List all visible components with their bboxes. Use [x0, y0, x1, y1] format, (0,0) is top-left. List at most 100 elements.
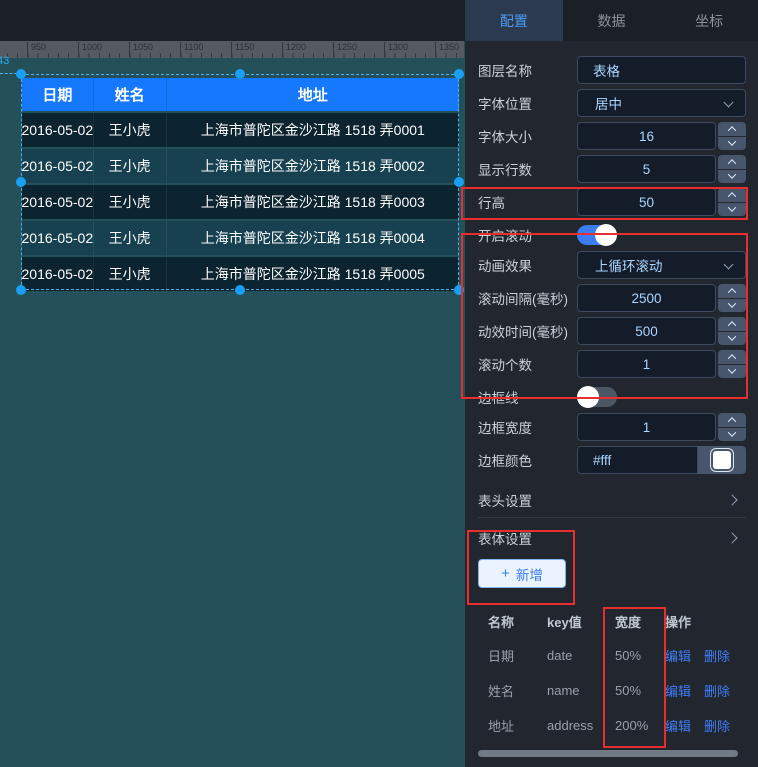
border-width-input[interactable]: 1 — [577, 413, 716, 441]
font-size-input[interactable]: 16 — [577, 122, 716, 150]
tab-data[interactable]: 数据 — [563, 0, 661, 41]
stepper-up-button[interactable] — [718, 413, 746, 427]
layer-name-input[interactable]: 表格 — [577, 56, 746, 84]
table-row: 2016-05-02 王小虎 上海市普陀区金沙江路 1518 弄0002 — [22, 149, 459, 183]
col-width: 200% — [605, 718, 655, 733]
section-body-settings[interactable]: 表体设置 — [478, 524, 746, 552]
select-value: 上循环滚动 — [595, 255, 663, 275]
selection-handle[interactable] — [16, 69, 26, 79]
animation-duration-input[interactable]: 500 — [577, 317, 716, 345]
selection-handle[interactable] — [235, 285, 245, 295]
ruler-tick-label: 1000 — [78, 42, 102, 57]
columns-table: 名称 key值 宽度 操作 日期 date 50% 编辑 删除 姓名 nam — [478, 604, 746, 743]
animation-effect-select[interactable]: 上循环滚动 — [577, 251, 746, 279]
col-width: 50% — [605, 648, 655, 663]
stepper-down-button[interactable] — [718, 137, 746, 151]
scroll-count-input[interactable]: 1 — [577, 350, 716, 378]
chevron-up-icon — [728, 126, 736, 134]
scroll-interval-input[interactable]: 2500 — [577, 284, 716, 312]
cell-date: 2016-05-02 — [22, 185, 94, 219]
edit-link[interactable]: 编辑 — [665, 681, 691, 700]
chevron-up-icon — [728, 321, 736, 329]
stepper-down-button[interactable] — [718, 365, 746, 379]
border-line-toggle[interactable] — [577, 387, 617, 407]
stepper-up-button[interactable] — [718, 122, 746, 136]
selection-handle[interactable] — [16, 285, 26, 295]
cell-address: 上海市普陀区金沙江路 1518 弄0001 — [167, 113, 459, 147]
tab-config[interactable]: 配置 — [465, 0, 563, 41]
chevron-right-icon — [726, 494, 737, 505]
selection-handle[interactable] — [454, 177, 464, 187]
stepper-up-button[interactable] — [718, 350, 746, 364]
chevron-down-icon — [728, 300, 736, 308]
edit-link[interactable]: 编辑 — [665, 646, 691, 665]
delete-link[interactable]: 删除 — [704, 646, 730, 665]
color-swatch-button[interactable] — [698, 446, 746, 474]
delete-link[interactable]: 删除 — [704, 681, 730, 700]
chevron-down-icon — [728, 138, 736, 146]
field-row-animation-duration: 动效时间(毫秒) 500 — [478, 317, 746, 345]
selection-handle[interactable] — [16, 177, 26, 187]
cell-address: 上海市普陀区金沙江路 1518 弄0002 — [167, 149, 459, 183]
field-label: 图层名称 — [478, 60, 577, 80]
edit-link[interactable]: 编辑 — [665, 716, 691, 735]
columns-table-row: 日期 date 50% 编辑 删除 — [478, 638, 746, 673]
stepper-down-button[interactable] — [718, 170, 746, 184]
ruler-tick-label: 1100 — [180, 42, 203, 57]
tab-coordinate[interactable]: 坐标 — [660, 0, 758, 41]
section-header-settings[interactable]: 表头设置 — [478, 486, 746, 514]
row-count-input[interactable]: 5 — [577, 155, 716, 183]
chevron-down-icon — [728, 333, 736, 341]
field-row-font-position: 字体位置 居中 — [478, 89, 746, 117]
stepper-up-button[interactable] — [718, 188, 746, 202]
panel-body: 图层名称 表格 字体位置 居中 字体大小 16 — [465, 41, 758, 767]
field-row-scroll-count: 滚动个数 1 — [478, 350, 746, 378]
ruler-tick-label: 1200 — [282, 42, 306, 57]
chevron-down-icon — [724, 98, 734, 108]
col-name: 日期 — [478, 646, 537, 665]
stepper-down-button[interactable] — [718, 428, 746, 442]
canvas-top-band — [0, 0, 465, 41]
vertical-ruler-label: 43 — [0, 55, 9, 67]
stepper-up-button[interactable] — [718, 317, 746, 331]
row-height-input[interactable]: 50 — [577, 188, 716, 216]
field-row-border-width: 边框宽度 1 — [478, 413, 746, 441]
chevron-down-icon — [724, 260, 734, 270]
columns-table-header: 名称 key值 宽度 操作 — [478, 604, 746, 638]
selection-handle[interactable] — [235, 69, 245, 79]
col-header-actions: 操作 — [655, 612, 746, 631]
table-widget[interactable]: 日期 姓名 地址 2016-05-02 王小虎 上海市普陀区金沙江路 1518 … — [22, 78, 459, 291]
design-canvas[interactable]: 日期 姓名 地址 2016-05-02 王小虎 上海市普陀区金沙江路 1518 … — [0, 58, 465, 767]
stepper-down-button[interactable] — [718, 203, 746, 217]
field-label: 边框线 — [478, 387, 577, 407]
columns-table-row: 姓名 name 50% 编辑 删除 — [478, 673, 746, 708]
delete-link[interactable]: 删除 — [704, 716, 730, 735]
border-color-input[interactable]: #fff — [577, 446, 698, 474]
selection-handle[interactable] — [454, 285, 464, 295]
stepper-down-button[interactable] — [718, 332, 746, 346]
row-count-stepper — [718, 155, 746, 183]
scroll-toggle[interactable] — [577, 225, 617, 245]
columns-table-row: 地址 address 200% 编辑 删除 — [478, 708, 746, 743]
scroll-interval-stepper — [718, 284, 746, 312]
table-row: 2016-05-02 王小虎 上海市普陀区金沙江路 1518 弄0004 — [22, 221, 459, 255]
field-label: 行高 — [478, 192, 577, 212]
add-column-button[interactable]: + 新增 — [478, 559, 566, 588]
col-width: 50% — [605, 683, 655, 698]
stepper-up-button[interactable] — [718, 284, 746, 298]
horizontal-scrollbar-thumb[interactable] — [478, 750, 738, 757]
font-position-select[interactable]: 居中 — [577, 89, 746, 117]
stepper-down-button[interactable] — [718, 299, 746, 313]
chevron-down-icon — [728, 171, 736, 179]
col-key: address — [537, 718, 605, 733]
scroll-count-stepper — [718, 350, 746, 378]
cell-name: 王小虎 — [94, 149, 167, 183]
chevron-up-icon — [728, 417, 736, 425]
field-label: 滚动个数 — [478, 354, 577, 374]
select-value: 居中 — [595, 93, 622, 113]
header-cell: 日期 — [22, 78, 94, 111]
stepper-up-button[interactable] — [718, 155, 746, 169]
datav-editor-window: 950 1000 1050 1100 1150 1200 1250 1300 1… — [0, 0, 758, 767]
selection-handle[interactable] — [454, 69, 464, 79]
col-header-key: key值 — [537, 612, 605, 631]
